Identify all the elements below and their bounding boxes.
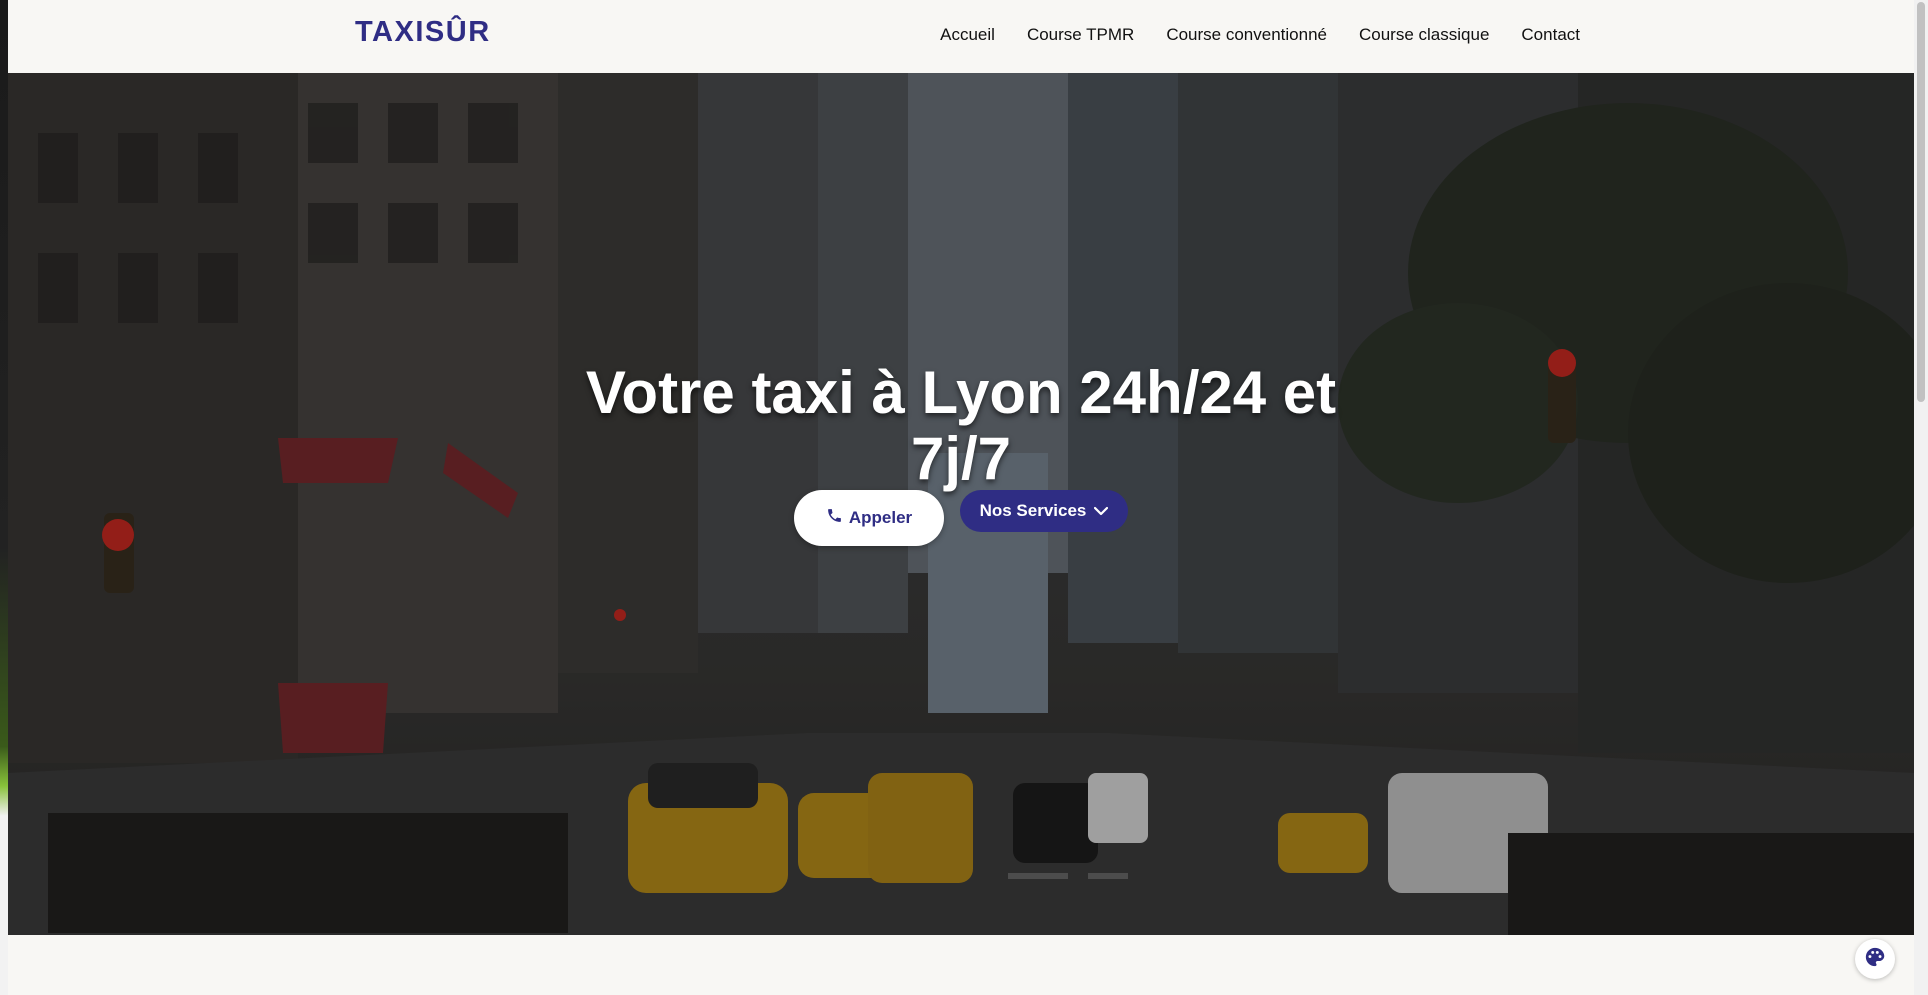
call-button-label: Appeler <box>848 508 913 527</box>
left-edge-strip <box>0 0 8 995</box>
nav-item-contact[interactable]: Contact <box>1521 25 1580 45</box>
hero-section: Votre taxi à Lyon 24h/24 et 7j/7 Appeler… <box>8 73 1914 935</box>
nav-item-course-conventionne[interactable]: Course conventionné <box>1166 25 1327 45</box>
chevron-down-icon <box>1094 501 1109 521</box>
services-button-label: Nos Services <box>979 501 1087 520</box>
site-logo[interactable]: TAXISÛR <box>355 16 491 49</box>
nav-item-accueil[interactable]: Accueil <box>940 25 995 45</box>
hero-title-line2: 7j/7 <box>910 425 1012 493</box>
hero-title: Votre taxi à Lyon 24h/24 et 7j/7 <box>8 360 1914 492</box>
palette-icon <box>1864 946 1886 973</box>
call-button[interactable]: Appeler <box>794 490 944 546</box>
phone-icon <box>826 507 843 529</box>
services-dropdown-button[interactable]: Nos Services <box>960 490 1128 532</box>
nav-item-course-classique[interactable]: Course classique <box>1359 25 1489 45</box>
navbar: TAXISÛR Accueil Course TPMR Course conve… <box>8 0 1914 73</box>
theme-palette-button[interactable] <box>1855 939 1895 979</box>
nav-item-course-tpmr[interactable]: Course TPMR <box>1027 25 1134 45</box>
main-nav: Accueil Course TPMR Course conventionné … <box>940 25 1580 45</box>
scrollbar-thumb[interactable] <box>1917 2 1925 402</box>
hero-title-line1: Votre taxi à Lyon 24h/24 et <box>585 359 1337 427</box>
page-scrollbar[interactable] <box>1914 0 1928 995</box>
